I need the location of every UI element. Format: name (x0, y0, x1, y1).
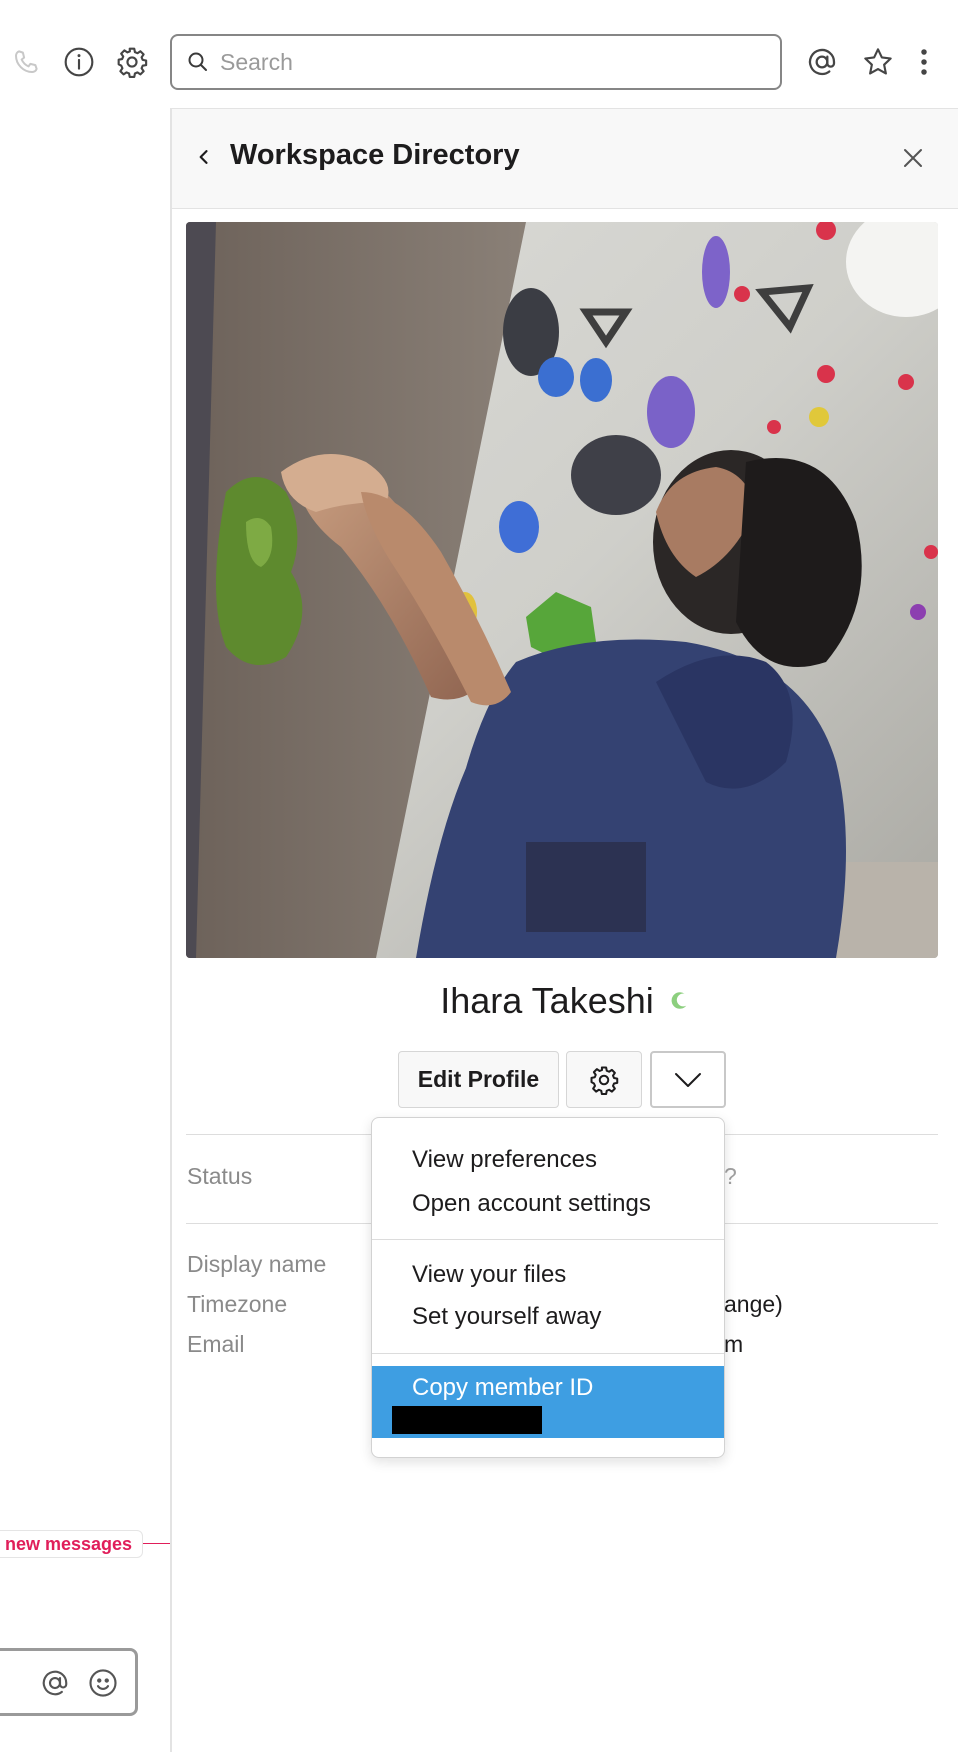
mention-icon[interactable] (39, 1667, 71, 1699)
menu-item-view-preferences[interactable]: View preferences (412, 1146, 597, 1174)
message-composer[interactable] (0, 1648, 138, 1716)
menu-item-label: Copy member ID (412, 1374, 594, 1401)
gear-icon (589, 1065, 619, 1095)
close-button[interactable] (896, 141, 930, 175)
away-status-icon (668, 990, 690, 1012)
chevron-down-icon (673, 1070, 703, 1090)
search-icon (186, 50, 210, 74)
more-vertical-icon[interactable] (904, 42, 944, 82)
profile-name-row: Ihara Takeshi (0, 980, 958, 1022)
menu-separator (372, 1353, 724, 1354)
star-icon[interactable] (858, 42, 898, 82)
panel-header: Workspace Directory (172, 108, 958, 209)
menu-item-set-yourself-away[interactable]: Set yourself away (412, 1303, 601, 1331)
status-label: Status (187, 1163, 253, 1189)
status-value[interactable]: ? (724, 1163, 737, 1190)
mention-icon[interactable] (802, 42, 842, 82)
chevron-left-icon (194, 147, 214, 167)
timezone-value: ange) (724, 1291, 783, 1317)
menu-item-copy-member-id[interactable]: Copy member ID (372, 1366, 724, 1438)
redacted-member-id (392, 1406, 542, 1434)
edit-profile-button[interactable]: Edit Profile (398, 1051, 559, 1108)
search-input[interactable] (220, 48, 760, 76)
profile-photo (186, 222, 938, 958)
info-icon[interactable] (59, 42, 99, 82)
more-actions-button[interactable] (650, 1051, 726, 1108)
email-value: m (724, 1331, 744, 1357)
profile-settings-button[interactable] (566, 1051, 642, 1108)
new-messages-badge[interactable]: new messages (0, 1530, 144, 1558)
menu-item-open-account-settings[interactable]: Open account settings (412, 1190, 651, 1218)
timezone-label: Timezone (187, 1291, 288, 1317)
profile-name: Ihara Takeshi (440, 980, 654, 1021)
gear-icon[interactable] (112, 42, 152, 82)
emoji-icon[interactable] (87, 1667, 119, 1699)
email-label: Email (187, 1331, 245, 1357)
phone-icon[interactable] (6, 42, 46, 82)
more-actions-menu: View preferences Open account settings V… (371, 1117, 725, 1458)
back-button[interactable] (188, 141, 220, 173)
panel-divider (170, 108, 172, 1752)
display-name-label: Display name (187, 1251, 327, 1277)
close-icon (901, 146, 925, 170)
menu-separator (372, 1239, 724, 1240)
panel-title: Workspace Directory (230, 139, 520, 171)
search-field[interactable] (170, 34, 782, 90)
menu-item-view-your-files[interactable]: View your files (412, 1261, 566, 1289)
